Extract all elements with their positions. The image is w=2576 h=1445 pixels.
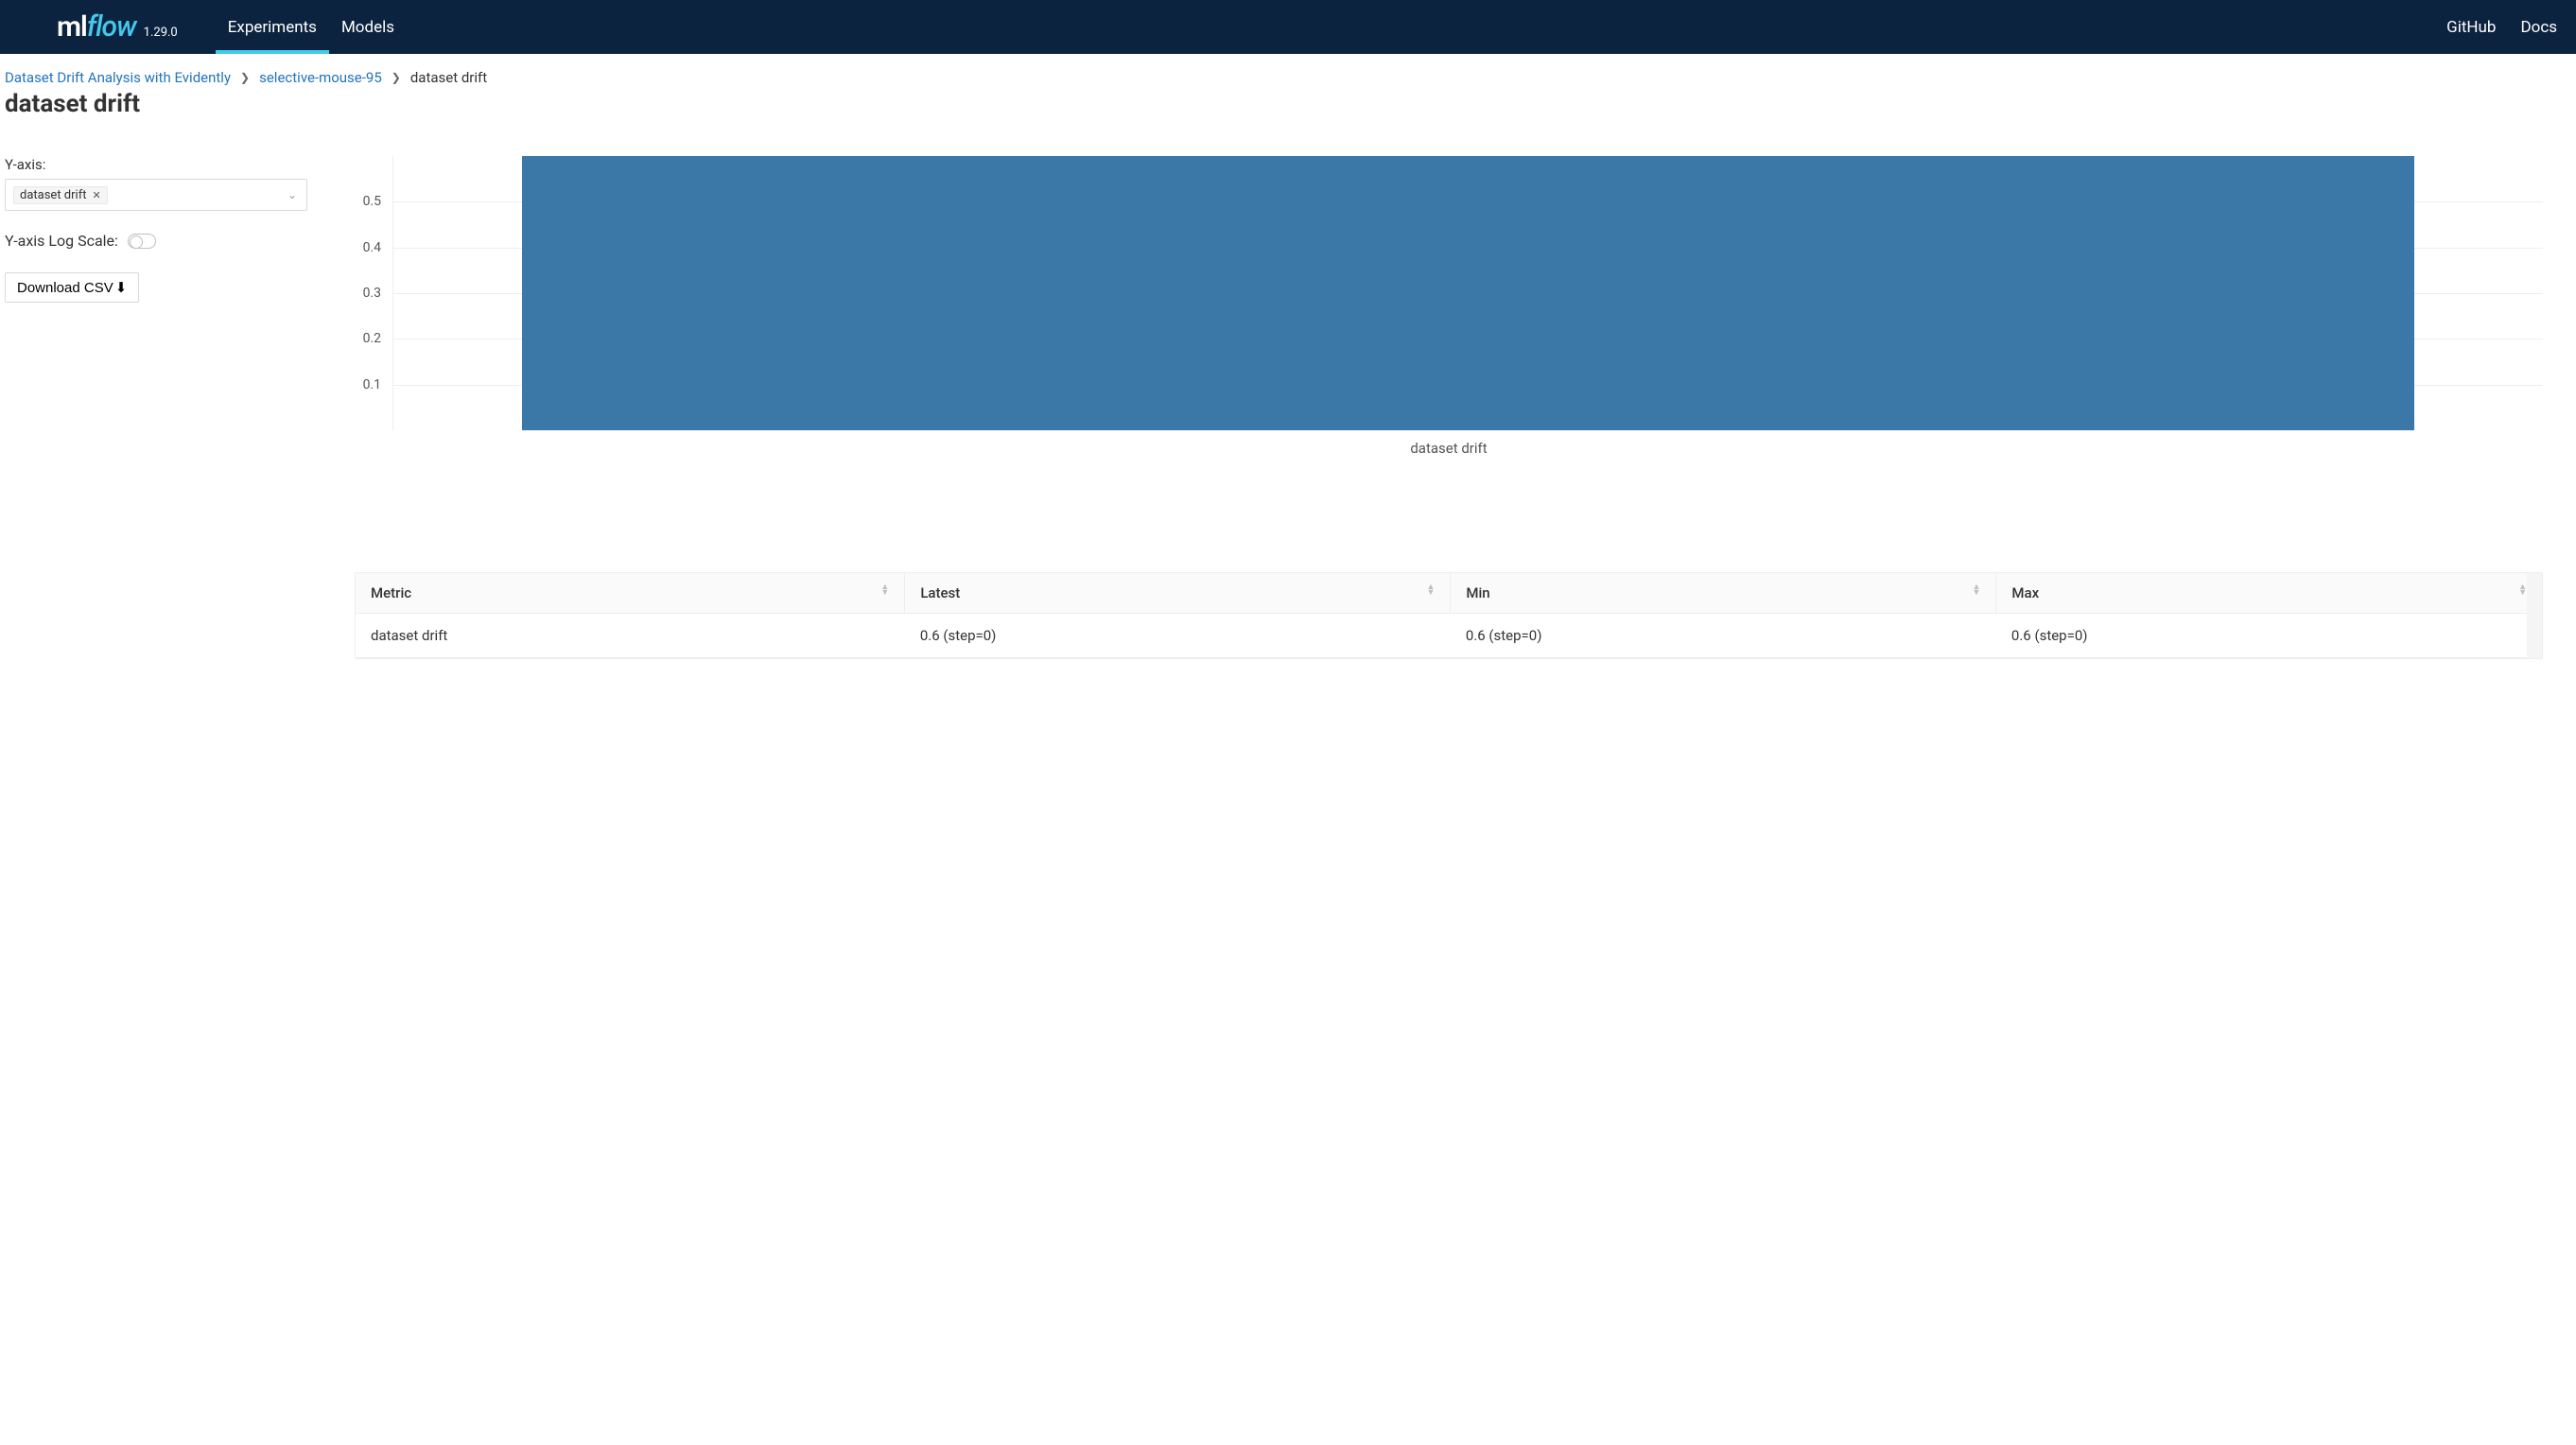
- chevron-right-icon: ❯: [240, 71, 250, 84]
- y-tick-label: 0.3: [363, 286, 381, 301]
- content: Dataset Drift Analysis with Evidently ❯ …: [0, 54, 2576, 688]
- chevron-right-icon: ❯: [392, 71, 401, 84]
- breadcrumb-experiment[interactable]: Dataset Drift Analysis with Evidently: [5, 69, 231, 86]
- chart-bar[interactable]: [522, 156, 2413, 430]
- download-csv-button[interactable]: Download CSV ⬇: [5, 272, 139, 303]
- cell-metric: dataset drift: [356, 614, 905, 658]
- log-scale-toggle[interactable]: [128, 234, 156, 249]
- chevron-down-icon: ⌄: [287, 188, 297, 201]
- cell-latest: 0.6 (step=0): [905, 614, 1451, 658]
- close-icon[interactable]: ✕: [92, 189, 100, 201]
- cell-min: 0.6 (step=0): [1451, 614, 1996, 658]
- y-tick-label: 0.2: [363, 331, 381, 346]
- breadcrumb-run[interactable]: selective-mouse-95: [259, 69, 382, 86]
- sort-icon: ▲▼: [2518, 584, 2527, 596]
- breadcrumb: Dataset Drift Analysis with Evidently ❯ …: [5, 69, 2571, 86]
- navbar: ml flow 1.29.0 Experiments Models GitHub…: [0, 0, 2576, 54]
- y-tick-label: 0.1: [363, 377, 381, 392]
- col-min[interactable]: Min▲▼: [1451, 573, 1996, 614]
- nav-right: GitHub Docs: [2446, 18, 2557, 37]
- col-max[interactable]: Max▲▼: [1996, 573, 2542, 614]
- logo-version: 1.29.0: [144, 26, 178, 40]
- logo-text-flow: flow: [87, 10, 136, 44]
- tab-experiments[interactable]: Experiments: [216, 0, 329, 54]
- sort-icon: ▲▼: [1972, 584, 1980, 596]
- metrics-table: Metric▲▼ Latest▲▼ Min▲▼ Max▲▼ dataset dr…: [355, 572, 2543, 659]
- chart-area: 0.10.20.30.40.5 dataset drift: [355, 156, 2571, 449]
- sort-icon: ▲▼: [1426, 584, 1435, 596]
- y-tick-label: 0.4: [363, 240, 381, 255]
- breadcrumb-current: dataset drift: [410, 69, 487, 86]
- yaxis-label: Y-axis:: [5, 156, 355, 173]
- yaxis-tag-text: dataset drift: [20, 188, 86, 202]
- col-latest[interactable]: Latest▲▼: [905, 573, 1451, 614]
- scrollbar[interactable]: [2527, 573, 2542, 658]
- table-row[interactable]: dataset drift 0.6 (step=0) 0.6 (step=0) …: [356, 614, 2542, 658]
- logo[interactable]: ml flow 1.29.0: [57, 10, 178, 44]
- y-axis-ticks: 0.1 0.2 0.3 0.4 0.5: [355, 156, 387, 430]
- x-axis-label: dataset drift: [355, 440, 2543, 457]
- col-metric[interactable]: Metric▲▼: [356, 573, 905, 614]
- download-csv-label: Download CSV: [17, 280, 113, 296]
- link-github[interactable]: GitHub: [2446, 18, 2496, 37]
- tab-models[interactable]: Models: [329, 0, 407, 54]
- download-icon: ⬇: [115, 279, 128, 296]
- chart[interactable]: 0.10.20.30.40.5 dataset drift: [355, 156, 2543, 449]
- plot-area: [392, 156, 2543, 430]
- side-controls: Y-axis: dataset drift ✕ ⌄ Y-axis Log Sca…: [5, 156, 355, 449]
- cell-max: 0.6 (step=0): [1996, 614, 2542, 658]
- nav-tabs: Experiments Models: [216, 0, 407, 54]
- sort-icon: ▲▼: [880, 584, 889, 596]
- logo-text-ml: ml: [57, 10, 87, 44]
- link-docs[interactable]: Docs: [2520, 18, 2557, 37]
- y-tick-label: 0.5: [363, 194, 381, 209]
- log-scale-label: Y-axis Log Scale:: [5, 232, 118, 250]
- page-title: dataset drift: [5, 90, 2571, 118]
- yaxis-tag: dataset drift ✕: [13, 186, 108, 204]
- yaxis-select[interactable]: dataset drift ✕ ⌄: [5, 179, 307, 211]
